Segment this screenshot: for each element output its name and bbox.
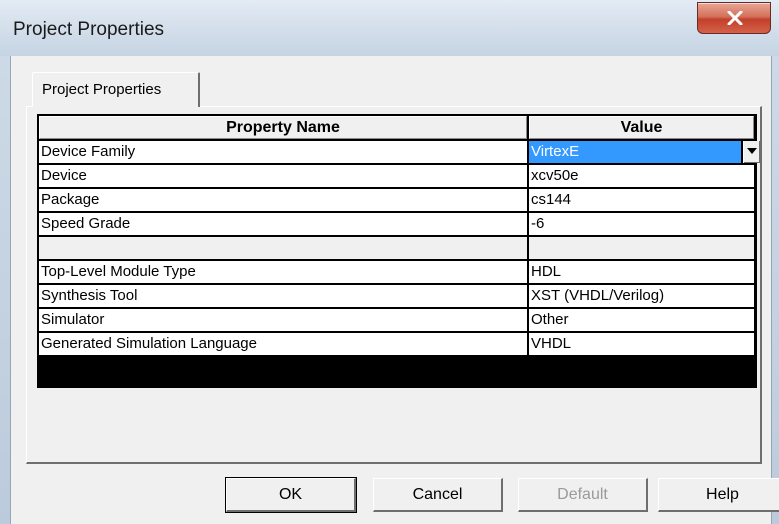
dropdown-button[interactable] [743,141,760,163]
property-value-cell[interactable]: HDL [529,261,754,283]
property-name-cell[interactable]: Top-Level Module Type [39,261,527,283]
column-header-value[interactable]: Value [529,116,754,139]
default-button: Default [518,478,648,512]
property-name-cell[interactable]: Device Family [39,141,527,163]
property-name-cell[interactable]: Package [39,189,527,211]
property-grid: Property Name Value Device Family VirtexE… [37,114,760,388]
property-name-cell[interactable]: Generated Simulation Language [39,333,527,355]
tab-label: Project Properties [42,81,162,98]
property-value-cell[interactable]: xcv50e [529,165,754,187]
dialog-client-area: Project Properties Property Name Value D… [10,56,779,524]
property-name-cell[interactable]: Device [39,165,527,187]
title-bar[interactable]: Project Properties [0,0,779,56]
property-value-cell[interactable]: VHDL [529,333,754,355]
project-properties-window: Project Properties Project Properties Pr… [0,0,779,524]
property-name-cell[interactable]: Speed Grade [39,213,527,235]
ok-button[interactable]: OK [225,477,357,513]
device-family-select[interactable]: VirtexE [529,141,741,163]
close-button[interactable] [697,2,771,34]
tab-project-properties[interactable]: Project Properties [32,72,200,107]
property-value-cell[interactable]: XST (VHDL/Verilog) [529,285,754,307]
property-name-cell [39,237,527,259]
chevron-down-icon [747,148,757,154]
close-x-icon [727,11,743,25]
property-name-cell[interactable]: Simulator [39,309,527,331]
property-value-cell[interactable]: -6 [529,213,754,235]
property-value-cell[interactable]: cs144 [529,189,754,211]
column-header-property-name[interactable]: Property Name [39,116,527,139]
property-value-cell[interactable]: Other [529,309,754,331]
window-title: Project Properties [13,19,165,40]
property-value-cell [529,237,754,259]
cancel-button[interactable]: Cancel [373,478,503,512]
property-name-cell[interactable]: Synthesis Tool [39,285,527,307]
help-button[interactable]: Help [658,478,779,512]
